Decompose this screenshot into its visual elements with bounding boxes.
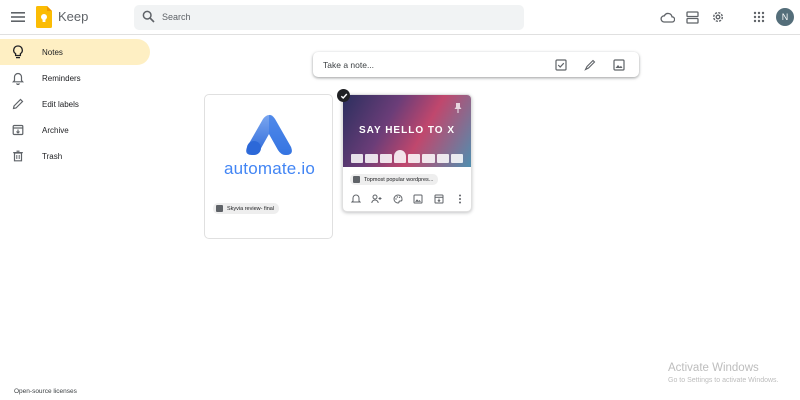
pin-icon[interactable] [453, 101, 463, 119]
select-check-icon[interactable] [337, 89, 350, 102]
top-bar: Keep N [0, 0, 800, 35]
search-input[interactable] [162, 8, 512, 26]
apps-icon[interactable] [751, 9, 767, 25]
list-view-icon[interactable] [684, 9, 700, 25]
lightbulb-icon [11, 45, 25, 59]
menu-icon[interactable] [9, 8, 27, 26]
more-icon[interactable] [454, 193, 466, 205]
image-icon[interactable] [412, 193, 424, 205]
search-icon[interactable] [142, 10, 155, 28]
remind-icon[interactable] [350, 193, 362, 205]
link-chip[interactable]: Skyvia review- final [213, 203, 280, 214]
note-toolbar [347, 193, 469, 206]
archive-icon [11, 123, 25, 137]
sidebar: Notes Reminders Edit labels Archive Tras… [0, 36, 160, 169]
archive-icon[interactable] [433, 193, 445, 205]
note-card[interactable]: automate.io Skyvia review- final [204, 94, 333, 239]
link-chip[interactable]: Topmost popular wordpres... [350, 174, 439, 185]
note-image: SAY HELLO TO X [343, 95, 471, 167]
sidebar-item-label: Notes [42, 47, 63, 57]
doc-icon [353, 176, 360, 183]
avatar[interactable]: N [776, 8, 794, 26]
collaborator-icon[interactable] [371, 193, 383, 205]
sidebar-item-label: Trash [42, 151, 63, 161]
watermark-title: Activate Windows [668, 362, 759, 374]
chip-label: Skyvia review- final [227, 205, 275, 212]
sidebar-item-label: Archive [42, 125, 69, 135]
note-card-selected[interactable]: SAY HELLO TO X Topmost popular wordpres.… [337, 89, 472, 212]
sidebar-item-reminders[interactable]: Reminders [0, 65, 160, 91]
watermark-subtitle: Go to Settings to activate Windows. [668, 377, 779, 384]
pencil-icon [11, 97, 25, 111]
settings-icon[interactable] [710, 9, 726, 25]
sidebar-item-trash[interactable]: Trash [0, 143, 160, 169]
automate-logo [246, 114, 292, 155]
take-note-input[interactable]: Take a note... [323, 60, 374, 70]
cloud-icon[interactable] [659, 9, 675, 25]
note-image-text: automate.io [223, 159, 316, 178]
sidebar-item-notes[interactable]: Notes [0, 39, 150, 65]
note-image-text: SAY HELLO TO X [358, 125, 456, 136]
chip-label: Topmost popular wordpres... [364, 176, 434, 183]
search-bar[interactable] [134, 5, 524, 30]
keep-logo[interactable] [36, 6, 52, 28]
sidebar-item-archive[interactable]: Archive [0, 117, 160, 143]
sidebar-item-label: Edit labels [42, 99, 79, 109]
app-title: Keep [58, 9, 89, 24]
open-source-licenses-link[interactable]: Open-source licenses [14, 388, 77, 395]
image-thumbnails [351, 150, 463, 163]
sidebar-item-label: Reminders [42, 73, 81, 83]
sidebar-item-edit-labels[interactable]: Edit labels [0, 91, 160, 117]
doc-icon [216, 205, 223, 212]
bell-icon [11, 71, 25, 85]
checkbox-icon[interactable] [554, 58, 567, 71]
take-note-bar[interactable]: Take a note... [313, 52, 639, 77]
palette-icon[interactable] [392, 193, 404, 205]
activation-watermark: Activate Windows Go to Settings to activ… [668, 362, 779, 384]
image-icon[interactable] [612, 58, 625, 71]
brush-icon[interactable] [583, 58, 596, 71]
trash-icon [11, 149, 25, 163]
